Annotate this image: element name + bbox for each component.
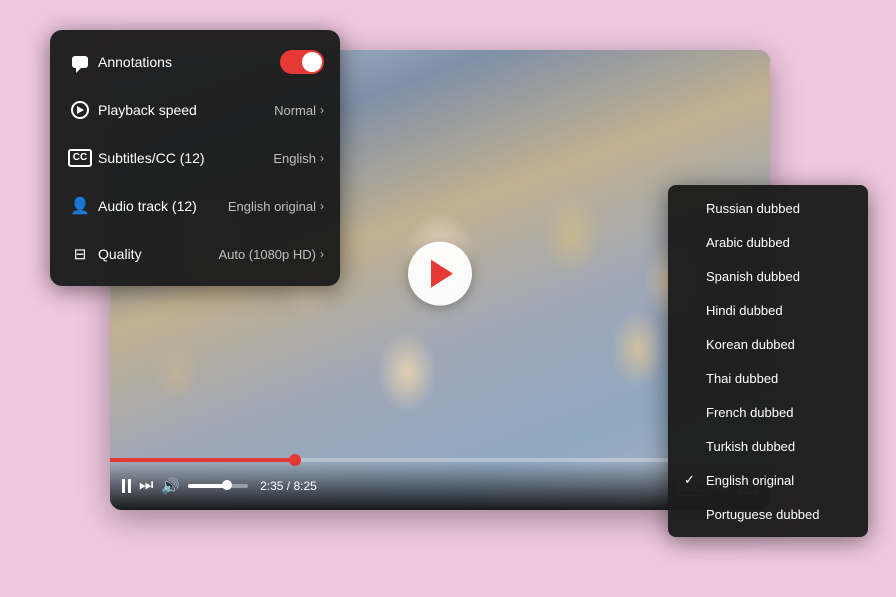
audio-track-label: Audio track (12) (98, 198, 228, 214)
dropdown-item-label: Thai dubbed (706, 371, 778, 386)
dropdown-item-label: Spanish dubbed (706, 269, 800, 284)
dropdown-item-label: Korean dubbed (706, 337, 795, 352)
dropdown-item-label: Portuguese dubbed (706, 507, 819, 522)
skip-button[interactable]: ⏭ (139, 477, 153, 495)
dropdown-item-label: Arabic dubbed (706, 235, 790, 250)
dropdown-item[interactable]: ✓Russian dubbed (668, 191, 868, 225)
cc-box-icon: CC (68, 149, 92, 167)
dropdown-item[interactable]: ✓Arabic dubbed (668, 225, 868, 259)
play-triangle-icon (431, 260, 453, 288)
person-silhouette-icon: 👤 (70, 196, 90, 216)
dropdown-item-label: French dubbed (706, 405, 793, 420)
subtitles-arrow: › (320, 151, 324, 165)
menu-item-quality[interactable]: ⊟ Quality Auto (1080p HD) › (50, 230, 340, 278)
volume-icon: 🔊 (161, 477, 180, 495)
dropdown-item-label: Turkish dubbed (706, 439, 795, 454)
cc-menu-icon: CC (66, 144, 94, 172)
subtitles-value: English (273, 151, 316, 166)
audio-person-icon: 👤 (66, 192, 94, 220)
menu-item-annotations[interactable]: Annotations (50, 38, 340, 86)
dropdown-item[interactable]: ✓Thai dubbed (668, 361, 868, 395)
dropdown-item-label: Hindi dubbed (706, 303, 783, 318)
subtitles-label: Subtitles/CC (12) (98, 150, 273, 166)
playback-icon (66, 96, 94, 124)
menu-item-playback-speed[interactable]: Playback speed Normal › (50, 86, 340, 134)
dropdown-item[interactable]: ✓Hindi dubbed (668, 293, 868, 327)
circle-play-icon (71, 101, 89, 119)
quality-value: Auto (1080p HD) (218, 247, 316, 262)
dropdown-item[interactable]: ✓ English original (668, 463, 868, 497)
play-button[interactable] (408, 242, 472, 306)
volume-slider[interactable] (188, 484, 248, 488)
check-icon: ✓ (684, 472, 702, 488)
speech-bubble-icon (72, 56, 88, 68)
menu-item-audio-track[interactable]: 👤 Audio track (12) English original › (50, 182, 340, 230)
volume-fill (188, 484, 227, 488)
skip-icon: ⏭ (139, 477, 153, 495)
quality-arrow: › (320, 247, 324, 261)
quality-icon: ⊟ (66, 240, 94, 268)
toggle-knob (302, 52, 322, 72)
audio-track-value: English original (228, 199, 316, 214)
circle-play-triangle (77, 106, 84, 114)
pause-icon (122, 479, 131, 493)
settings-menu: Annotations Playback speed Normal › CC S… (50, 30, 340, 286)
pause-button[interactable] (122, 479, 131, 493)
volume-button[interactable]: 🔊 (161, 477, 180, 495)
dropdown-item[interactable]: ✓French dubbed (668, 395, 868, 429)
dropdown-item-label: English original (706, 473, 794, 488)
annotations-icon (66, 48, 94, 76)
dropdown-item[interactable]: ✓Spanish dubbed (668, 259, 868, 293)
playback-speed-label: Playback speed (98, 102, 274, 118)
dropdown-item[interactable]: ✓Portuguese dubbed (668, 497, 868, 531)
audio-track-arrow: › (320, 199, 324, 213)
audio-track-dropdown: ✓Russian dubbed✓Arabic dubbed✓Spanish du… (668, 185, 868, 537)
time-display: 2:35 / 8:25 (260, 479, 317, 493)
dropdown-item-label: Russian dubbed (706, 201, 800, 216)
quality-label: Quality (98, 246, 218, 262)
dropdown-item[interactable]: ✓Korean dubbed (668, 327, 868, 361)
annotations-label: Annotations (98, 54, 280, 70)
sliders-icon: ⊟ (74, 245, 87, 263)
annotations-toggle[interactable] (280, 50, 324, 74)
menu-item-subtitles[interactable]: CC Subtitles/CC (12) English › (50, 134, 340, 182)
dropdown-item[interactable]: ✓Turkish dubbed (668, 429, 868, 463)
playback-speed-value: Normal (274, 103, 316, 118)
playback-speed-arrow: › (320, 103, 324, 117)
